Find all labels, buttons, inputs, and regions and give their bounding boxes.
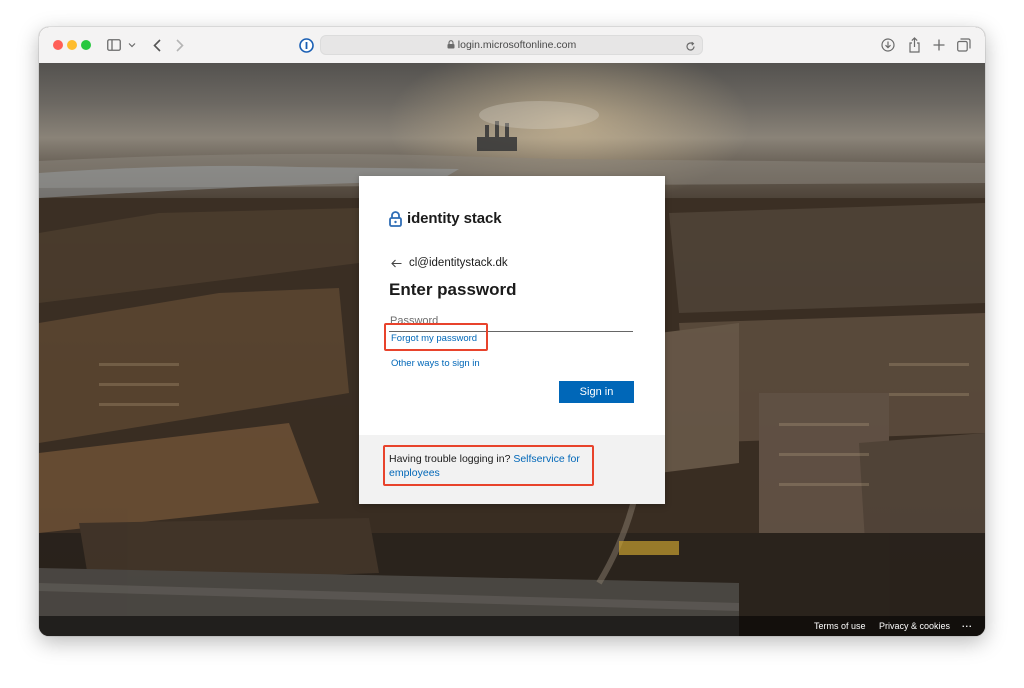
lock-icon	[447, 40, 455, 49]
privacy-link[interactable]: Privacy & cookies	[879, 621, 950, 631]
share-icon[interactable]	[906, 36, 922, 53]
trouble-message: Having trouble logging in? Selfservice f…	[389, 452, 589, 480]
identity-row: cl@identitystack.dk	[391, 257, 508, 269]
url-text: login.microsoftonline.com	[457, 39, 577, 51]
minimize-window-button[interactable]	[67, 40, 77, 50]
back-nav-icon[interactable]	[150, 36, 164, 54]
page-footer: Terms of use Privacy & cookies ...	[39, 616, 985, 636]
url-row: login.microsoftonline.com	[321, 39, 702, 51]
browser-window: login.microsoftonline.com identity stack…	[39, 27, 985, 636]
brand-name: identity stack	[407, 210, 502, 227]
other-ways-link[interactable]: Other ways to sign in	[391, 358, 480, 369]
password-manager-icon[interactable]	[298, 37, 314, 53]
reload-icon[interactable]	[685, 39, 696, 57]
terms-link[interactable]: Terms of use	[814, 621, 866, 631]
address-bar[interactable]: login.microsoftonline.com	[320, 35, 703, 55]
more-options-button[interactable]: ...	[962, 619, 973, 629]
page-title: Enter password	[389, 280, 517, 299]
account-email: cl@identitystack.dk	[409, 257, 508, 269]
back-arrow-icon[interactable]	[391, 259, 402, 268]
sign-in-button[interactable]: Sign in	[559, 381, 634, 403]
login-card-main: identity stack cl@identitystack.dk Enter…	[359, 176, 665, 435]
brand-logo: identity stack	[389, 210, 502, 227]
downloads-icon[interactable]	[880, 37, 896, 53]
forward-nav-icon[interactable]	[173, 36, 187, 54]
close-window-button[interactable]	[53, 40, 63, 50]
forgot-password-link[interactable]: Forgot my password	[391, 333, 477, 344]
browser-toolbar: login.microsoftonline.com	[39, 27, 985, 64]
tab-overview-icon[interactable]	[956, 37, 972, 53]
zoom-window-button[interactable]	[81, 40, 91, 50]
new-tab-icon[interactable]	[931, 37, 947, 53]
chevron-down-icon[interactable]	[127, 39, 137, 51]
page-background: identity stack cl@identitystack.dk Enter…	[39, 63, 985, 636]
login-card: identity stack cl@identitystack.dk Enter…	[359, 176, 665, 504]
trouble-text: Having trouble logging in?	[389, 453, 511, 465]
padlock-icon	[389, 210, 402, 227]
sidebar-toggle-icon[interactable]	[106, 37, 122, 53]
